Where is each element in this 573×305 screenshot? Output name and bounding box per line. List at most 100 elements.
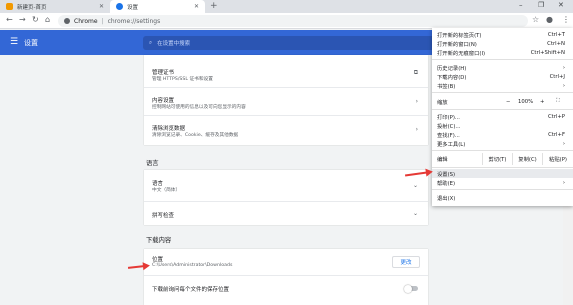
menu-item-new-tab[interactable]: 打开新的标签页(T) Ctrl+T xyxy=(432,30,573,39)
row-title: 语言 xyxy=(152,181,164,187)
menu-item-downloads[interactable]: 下载内容(D) Ctrl+J xyxy=(432,72,573,81)
minimize-icon[interactable]: – xyxy=(519,1,523,9)
chrome-logo-icon xyxy=(64,18,70,24)
address-bar[interactable]: Chrome | chrome://settings xyxy=(58,15,528,27)
settings-gear-icon xyxy=(116,3,123,10)
menu-separator xyxy=(432,59,573,60)
menu-item-history[interactable]: 历史记录(H) › xyxy=(432,63,573,72)
downloads-section-title: 下载内容 xyxy=(146,237,172,244)
browser-toolbar: ← → ↻ ⌂ Chrome | chrome://settings ☆ ● ⋮ xyxy=(0,13,573,29)
submenu-arrow-icon: › xyxy=(562,179,565,186)
close-window-icon[interactable]: ✕ xyxy=(558,1,564,9)
menu-item-label: 查找(F)... xyxy=(437,132,460,139)
menu-item-label: 打开新的标签页(T) xyxy=(437,32,482,39)
menu-item-label: 更多工具(L) xyxy=(437,141,466,148)
language-row[interactable]: 语言 中文（简体） ⌄ xyxy=(144,170,428,201)
site-label: Chrome xyxy=(74,17,98,25)
tab-new-page[interactable]: 新建页-首页 ✕ xyxy=(0,0,110,13)
download-path: C:\Users\Administrator\Downloads xyxy=(152,263,233,268)
menu-item-shortcut: Ctrl+J xyxy=(549,73,565,80)
submenu-arrow-icon: › xyxy=(562,64,565,71)
menu-item-label: 历史记录(H) xyxy=(437,65,467,72)
menu-item-label: 设置(S) xyxy=(437,171,456,178)
reload-icon[interactable]: ↻ xyxy=(32,15,39,24)
chevron-down-icon: ⌄ xyxy=(412,210,418,217)
row-subtitle: 中文（简体） xyxy=(152,188,181,193)
fullscreen-icon[interactable]: ⛶ xyxy=(556,98,560,105)
menu-item-cast[interactable]: 投射(C)... xyxy=(432,121,573,130)
bookmark-star-icon[interactable]: ☆ xyxy=(532,15,539,24)
menu-item-shortcut: Ctrl+P xyxy=(547,113,565,120)
row-subtitle: 管理 HTTPS/SSL 证书和设置 xyxy=(152,77,213,82)
menu-separator xyxy=(432,189,573,190)
change-location-button[interactable]: 更改 xyxy=(392,256,420,268)
menu-separator xyxy=(432,92,573,93)
menu-item-shortcut: Ctrl+N xyxy=(547,40,565,47)
forward-arrow-icon[interactable]: → xyxy=(19,15,26,24)
settings-search-input[interactable]: ⌕ 在设置中搜索 xyxy=(143,36,441,50)
submenu-arrow-icon: › xyxy=(562,140,565,147)
downloads-card: 位置 C:\Users\Administrator\Downloads 更改 下… xyxy=(144,249,428,305)
menu-item-shortcut: Ctrl+T xyxy=(547,31,565,38)
menu-item-label: 投射(C)... xyxy=(437,123,461,130)
home-icon[interactable]: ⌂ xyxy=(45,15,50,24)
menu-item-help[interactable]: 帮助(E) › xyxy=(432,178,573,187)
tab-label: 设置 xyxy=(127,4,139,11)
row-title: 下载前询问每个文件的保存位置 xyxy=(152,287,230,293)
menu-item-find[interactable]: 查找(F)... Ctrl+F xyxy=(432,130,573,139)
chrome-main-menu: 打开新的标签页(T) Ctrl+T 打开新的窗口(N) Ctrl+N 打开新的无… xyxy=(432,28,573,206)
external-link-icon: ⧉ xyxy=(413,69,418,76)
menu-item-shortcut: Ctrl+Shift+N xyxy=(530,49,565,56)
menu-item-bookmarks[interactable]: 书签(B) › xyxy=(432,81,573,90)
menu-separator xyxy=(432,150,573,151)
menu-zoom-row: 缩放 − 100% + ⛶ xyxy=(432,96,573,107)
menu-item-label: 退出(X) xyxy=(437,195,456,202)
menu-item-more-tools[interactable]: 更多工具(L) › xyxy=(432,139,573,148)
menu-item-incognito[interactable]: 打开新的无痕窗口(I) Ctrl+Shift+N xyxy=(432,48,573,57)
row-subtitle: 清除浏览记录、Cookie、缓存及其他数据 xyxy=(152,133,239,138)
menu-separator xyxy=(432,167,573,168)
menu-item-label: 书签(B) xyxy=(437,83,456,90)
paste-button[interactable]: 粘贴(P) xyxy=(542,153,573,165)
menu-item-shortcut: Ctrl+F xyxy=(548,131,565,138)
tab-label: 新建页-首页 xyxy=(17,4,47,11)
zoom-label: 缩放 xyxy=(437,99,448,106)
search-icon: ⌕ xyxy=(149,39,153,46)
cut-button[interactable]: 剪切(T) xyxy=(482,153,512,165)
back-arrow-icon[interactable]: ← xyxy=(6,15,13,24)
spellcheck-row[interactable]: 拼写检查 ⌄ xyxy=(144,201,428,225)
menu-item-label: 打开新的无痕窗口(I) xyxy=(437,50,486,57)
hamburger-menu-icon[interactable]: ☰ xyxy=(10,37,18,47)
zoom-level: 100% xyxy=(518,98,534,105)
close-tab-icon[interactable]: ✕ xyxy=(99,3,104,10)
menu-item-print[interactable]: 打印(P)... Ctrl+P xyxy=(432,112,573,121)
copy-button[interactable]: 复制(C) xyxy=(512,153,542,165)
row-title: 管理证书 xyxy=(152,70,175,76)
edit-label: 编辑 xyxy=(437,157,448,163)
chevron-right-icon: › xyxy=(415,98,418,105)
chevron-right-icon: › xyxy=(415,126,418,133)
restore-icon[interactable]: ❐ xyxy=(538,1,544,9)
menu-item-new-window[interactable]: 打开新的窗口(N) Ctrl+N xyxy=(432,39,573,48)
more-menu-icon[interactable]: ⋮ xyxy=(562,15,570,24)
close-tab-icon[interactable]: ✕ xyxy=(194,3,199,10)
zoom-out-button[interactable]: − xyxy=(506,99,510,105)
row-title: 清除浏览数据 xyxy=(152,126,186,132)
tab-strip: 新建页-首页 ✕ 设置 ✕ + – ❐ ✕ xyxy=(0,0,573,13)
profile-avatar-icon[interactable]: ● xyxy=(546,15,553,24)
download-location-row: 位置 C:\Users\Administrator\Downloads 更改 xyxy=(144,249,428,275)
menu-item-settings[interactable]: 设置(S) xyxy=(432,169,573,178)
submenu-arrow-icon: › xyxy=(562,82,565,89)
zoom-in-button[interactable]: + xyxy=(540,99,544,105)
menu-item-label: 下载内容(D) xyxy=(437,74,467,81)
clear-browsing-data-row[interactable]: 清除浏览数据 清除浏览记录、Cookie、缓存及其他数据 › xyxy=(144,115,428,145)
ask-where-to-save-row[interactable]: 下载前询问每个文件的保存位置 xyxy=(144,275,428,299)
new-tab-plus-icon[interactable]: + xyxy=(210,1,218,11)
menu-item-exit[interactable]: 退出(X) xyxy=(432,193,573,202)
page-title: 设置 xyxy=(24,39,38,47)
chevron-down-icon: ⌄ xyxy=(412,182,418,189)
manage-certificates-row[interactable]: 管理证书 管理 HTTPS/SSL 证书和设置 ⧉ xyxy=(144,61,428,87)
content-settings-row[interactable]: 内容设置 控制网站可使用的信息以及可向您显示的内容 › xyxy=(144,87,428,115)
ask-where-toggle[interactable] xyxy=(404,284,418,293)
tab-settings[interactable]: 设置 ✕ xyxy=(110,0,205,13)
